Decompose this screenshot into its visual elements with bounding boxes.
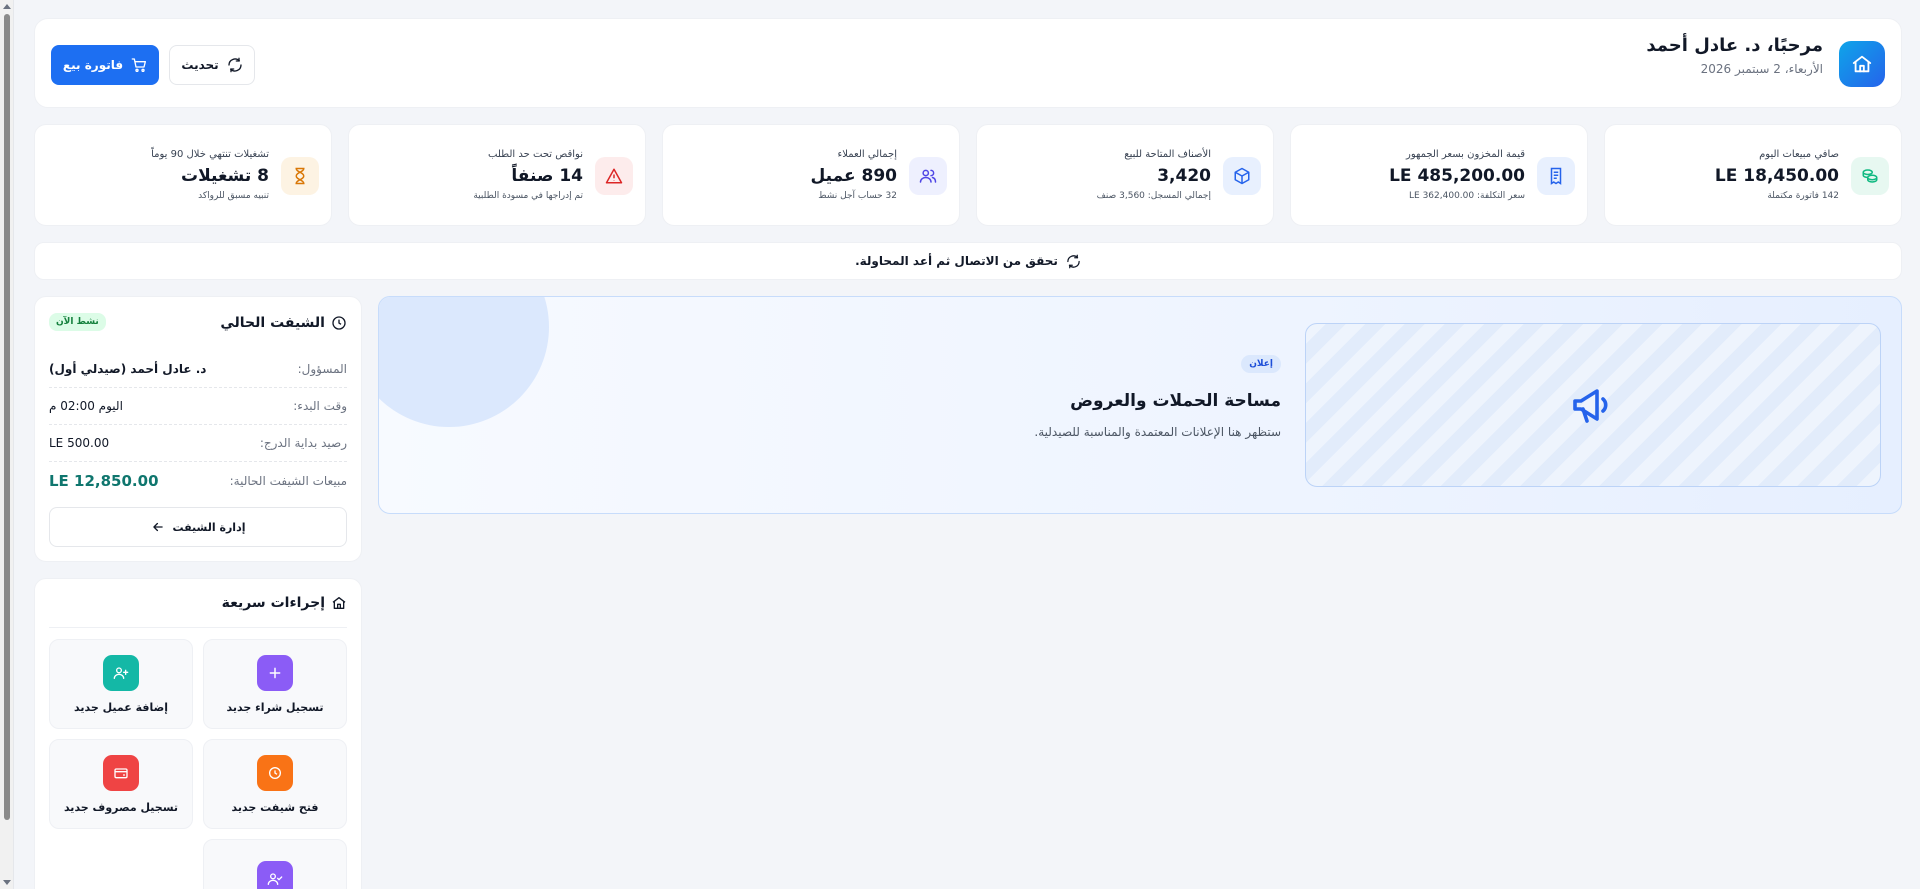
divider — [49, 627, 347, 628]
shift-row-owner: المسؤول: د. عادل أحمد (صيدلي أول) — [49, 351, 347, 388]
shift-row-value: اليوم 02:00 م — [49, 399, 123, 413]
quick-action-new-purchase[interactable]: تسجيل شراء جديد — [203, 639, 347, 729]
refresh-label: تحديث — [181, 58, 219, 72]
stats-row: صافي مبيعات اليوم 18,450.00 LE 142 فاتور… — [34, 124, 1902, 226]
stat-label: نواقص تحت حد الطلب — [488, 149, 583, 160]
refresh-button[interactable]: تحديث — [169, 45, 255, 85]
shift-row-key: المسؤول: — [297, 362, 347, 376]
stat-sub: إجمالي المسجل: 3,560 صنف — [1096, 191, 1211, 201]
receipt-icon — [1537, 157, 1575, 195]
clock-icon — [332, 316, 346, 330]
page-header: مرحبًا، د. عادل أحمد الأربعاء، 2 سبتمبر … — [34, 18, 1902, 108]
refresh-icon — [227, 57, 242, 73]
coins-icon — [1851, 157, 1889, 195]
stat-value: 485,200.00 LE — [1389, 166, 1525, 186]
shift-row-key: رصيد بداية الدرج: — [259, 436, 347, 450]
megaphone-icon — [1573, 389, 1608, 423]
wallet-icon — [103, 754, 139, 791]
home-icon — [332, 597, 346, 609]
stat-value: 890 عميل — [810, 166, 897, 186]
stat-label: الأصناف المتاحة للبيع — [1124, 149, 1211, 160]
quick-action-label: تسجيل مصروف جديد — [63, 800, 179, 814]
connection-message: تحقق من الاتصال ثم أعد المحاولة. — [855, 254, 1058, 268]
stat-value: 8 تشغيلات — [181, 166, 269, 186]
shift-row-opening-balance: رصيد بداية الدرج: 500.00 LE — [49, 425, 347, 462]
home-icon — [1839, 41, 1885, 87]
stat-sub: سعر التكلفة: 362,400.00 LE — [1409, 191, 1525, 201]
sales-invoice-label: فاتورة بيع — [62, 58, 124, 72]
current-date: الأربعاء، 2 سبتمبر 2026 — [1700, 62, 1823, 76]
quick-action-new-expense[interactable]: تسجيل مصروف جديد — [49, 739, 193, 829]
shift-row-value: 12,850.00 LE — [49, 471, 159, 490]
stat-card-inventory-value[interactable]: قيمة المخزون بسعر الجمهور 485,200.00 LE … — [1290, 124, 1588, 226]
ad-media-placeholder — [1305, 323, 1881, 487]
cart-icon — [131, 58, 147, 72]
warning-icon — [595, 157, 633, 195]
decorative-circle — [379, 297, 549, 427]
shift-status-badge: نشط الآن — [49, 313, 106, 331]
stat-label: قيمة المخزون بسعر الجمهور — [1406, 149, 1525, 160]
sales-invoice-button[interactable]: فاتورة بيع — [51, 45, 159, 85]
manage-shift-label: إدارة الشيفت — [172, 520, 246, 534]
stat-sub: تنبيه مسبق للرواكد — [198, 191, 269, 201]
campaigns-ad-banner[interactable]: إعلان مساحة الحملات والعروض ستظهر هنا ال… — [378, 296, 1902, 514]
quick-action-add-customer[interactable]: إضافة عميل جديد — [49, 639, 193, 729]
quick-action-open-shift[interactable]: فتح شيفت جديد — [203, 739, 347, 829]
users-icon — [909, 157, 947, 195]
stat-value: 3,420 — [1157, 166, 1211, 186]
shift-row-value: د. عادل أحمد (صيدلي أول) — [49, 362, 207, 376]
user-plus-icon — [103, 654, 139, 691]
stat-sub: 32 حساب آجل نشط — [818, 191, 897, 201]
stat-card-net-sales[interactable]: صافي مبيعات اليوم 18,450.00 LE 142 فاتور… — [1604, 124, 1902, 226]
box-icon — [1223, 157, 1261, 195]
stat-value: 14 صنفاً — [511, 166, 583, 186]
quick-action-label: إضافة عميل جديد — [73, 700, 169, 714]
refresh-icon — [1067, 254, 1080, 268]
shift-row-start-time: وقت البدء: اليوم 02:00 م — [49, 388, 347, 425]
connection-error-bar[interactable]: تحقق من الاتصال ثم أعد المحاولة. — [34, 242, 1902, 280]
browser-scrollbar[interactable] — [0, 0, 14, 889]
stat-card-shortages[interactable]: نواقص تحت حد الطلب 14 صنفاً تم إدراجها ف… — [348, 124, 646, 226]
current-shift-card: الشيفت الحالي نشط الآن المسؤول: د. عادل … — [34, 296, 362, 562]
shift-row-key: مبيعات الشيفت الحالية: — [229, 473, 347, 488]
clock-icon — [257, 754, 293, 791]
quick-action-user-check[interactable] — [203, 839, 347, 889]
stat-card-customers[interactable]: إجمالي العملاء 890 عميل 32 حساب آجل نشط — [662, 124, 960, 226]
quick-action-label: تسجيل شراء جديد — [226, 700, 324, 714]
greeting-title: مرحبًا، د. عادل أحمد — [1646, 35, 1823, 56]
stat-sub: 142 فاتورة مكتملة — [1767, 191, 1839, 201]
stat-sub: تم إدراجها في مسودة الطلبية — [473, 191, 583, 201]
ad-title: مساحة الحملات والعروض — [1070, 391, 1281, 411]
ad-badge: إعلان — [1241, 355, 1281, 373]
scroll-down-arrow-icon[interactable] — [3, 880, 11, 885]
stat-card-available-items[interactable]: الأصناف المتاحة للبيع 3,420 إجمالي المسج… — [976, 124, 1274, 226]
stat-label: صافي مبيعات اليوم — [1759, 149, 1839, 160]
stat-label: تشغيلات تنتهي خلال 90 يوماً — [151, 149, 269, 160]
shift-row-value: 500.00 LE — [49, 436, 110, 450]
stat-label: إجمالي العملاء — [837, 149, 897, 160]
stat-value: 18,450.00 LE — [1714, 166, 1839, 186]
quick-action-label: فتح شيفت جديد — [231, 800, 319, 814]
hourglass-icon — [281, 157, 319, 195]
shift-row-key: وقت البدء: — [293, 399, 347, 413]
ad-description: ستظهر هنا الإعلانات المعتمدة والمناسبة ل… — [1034, 425, 1281, 439]
manage-shift-button[interactable]: إدارة الشيفت — [49, 507, 347, 547]
stat-card-expiring-batches[interactable]: تشغيلات تنتهي خلال 90 يوماً 8 تشغيلات تن… — [34, 124, 332, 226]
user-check-icon — [257, 861, 293, 889]
plus-icon — [257, 654, 293, 691]
shift-title: الشيفت الحالي — [220, 315, 325, 331]
scroll-up-arrow-icon[interactable] — [3, 4, 11, 9]
scrollbar-thumb[interactable] — [4, 14, 10, 820]
arrow-left-icon — [152, 522, 163, 532]
quick-actions-title: إجراءات سريعة — [221, 595, 325, 611]
quick-actions-card: إجراءات سريعة تسجيل شراء جديد إضافة عميل… — [34, 578, 362, 889]
shift-row-current-sales: مبيعات الشيفت الحالية: 12,850.00 LE — [49, 462, 347, 499]
